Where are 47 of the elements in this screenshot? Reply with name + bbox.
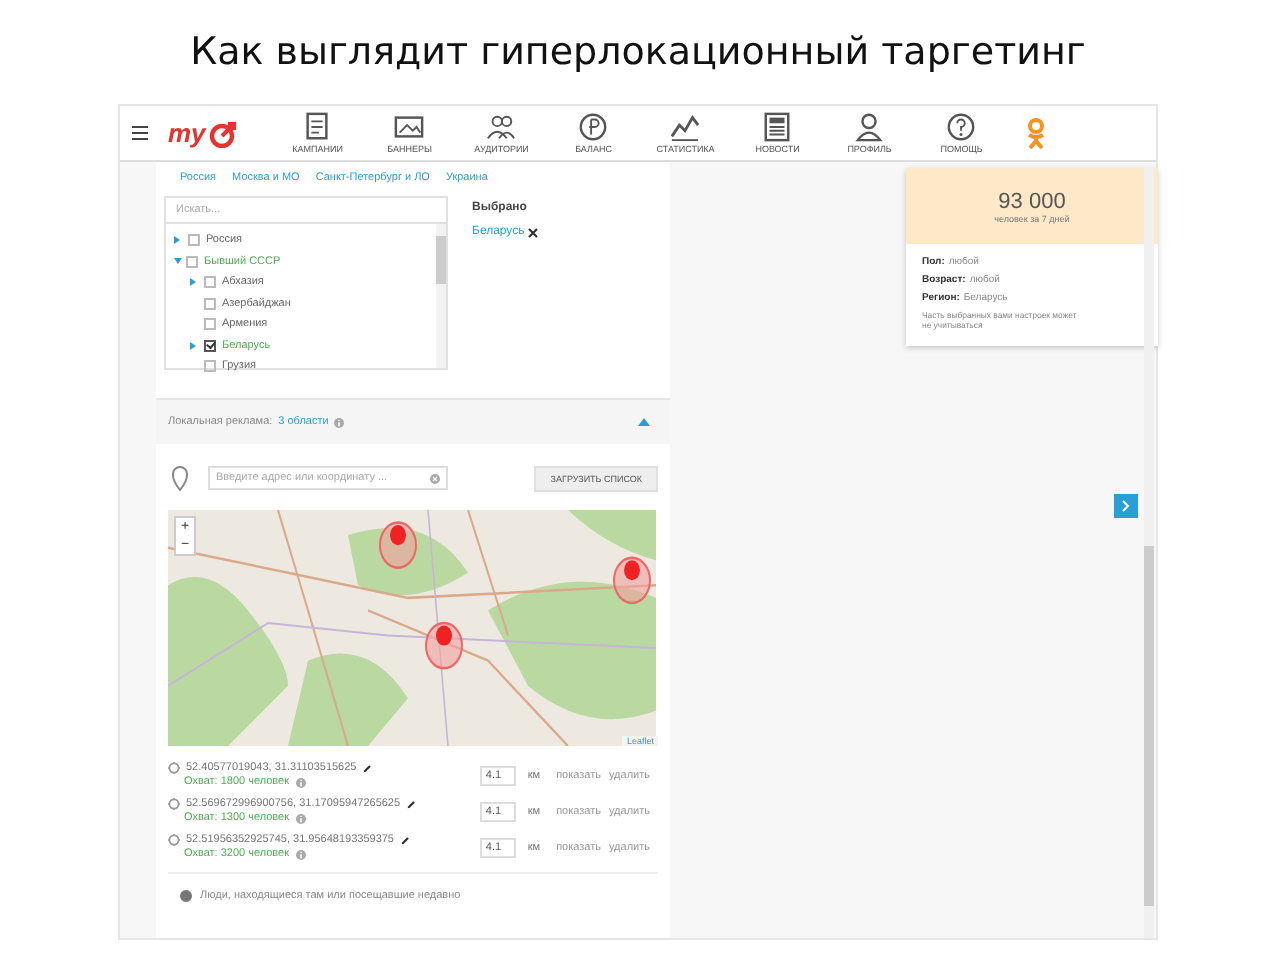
chevron-icon xyxy=(1122,500,1130,512)
map-marker[interactable] xyxy=(378,521,418,569)
map-marker[interactable] xyxy=(424,621,464,670)
menu-icon[interactable] xyxy=(132,126,148,140)
expand-arrow-icon[interactable] xyxy=(190,278,196,287)
checkbox[interactable] xyxy=(186,255,198,268)
map-marker[interactable] xyxy=(612,556,652,604)
person-icon[interactable] xyxy=(854,112,885,142)
pencil-icon[interactable] xyxy=(362,763,373,773)
help-icon[interactable] xyxy=(946,112,977,142)
checkbox[interactable] xyxy=(188,234,200,247)
people-icon[interactable] xyxy=(486,112,517,142)
checkbox[interactable] xyxy=(204,339,216,352)
crosshair-icon[interactable] xyxy=(168,834,180,846)
image-icon[interactable] xyxy=(394,112,425,142)
pencil-icon[interactable] xyxy=(406,799,417,809)
expand-arrow-icon[interactable] xyxy=(174,236,180,245)
audience-count: 93 000 xyxy=(998,189,1066,213)
checkbox[interactable] xyxy=(204,276,216,289)
info-icon xyxy=(334,417,345,427)
expand-arrow-icon[interactable] xyxy=(174,258,182,265)
scrollbar[interactable] xyxy=(436,224,446,368)
checkbox[interactable] xyxy=(204,360,216,373)
slide-title: Как выглядит гиперлокационный таргетинг xyxy=(190,28,1086,78)
clear-icon[interactable] xyxy=(430,473,440,483)
info-icon xyxy=(295,813,305,823)
info-icon xyxy=(295,777,305,787)
crosshair-icon[interactable] xyxy=(168,798,180,810)
newspaper-icon[interactable] xyxy=(762,112,793,142)
logo-text[interactable]: my xyxy=(168,118,206,148)
expand-arrow-icon[interactable] xyxy=(190,341,196,350)
pencil-icon[interactable] xyxy=(400,835,410,845)
chart-icon[interactable] xyxy=(670,112,701,142)
target-icon xyxy=(205,119,238,147)
pin-icon[interactable] xyxy=(168,462,192,494)
document-icon[interactable] xyxy=(302,112,333,142)
checkbox[interactable] xyxy=(204,297,216,310)
side-tab-button[interactable] xyxy=(1114,494,1138,518)
info-icon xyxy=(295,849,305,859)
remove-icon[interactable] xyxy=(528,227,539,237)
radio-button[interactable] xyxy=(180,890,192,902)
coin-icon[interactable] xyxy=(578,112,609,142)
person-figure-icon[interactable] xyxy=(1025,117,1046,149)
page-scrollbar[interactable] xyxy=(1144,166,1154,938)
checkbox[interactable] xyxy=(204,318,216,331)
caret-icon[interactable] xyxy=(638,418,650,426)
crosshair-icon[interactable] xyxy=(168,762,180,774)
